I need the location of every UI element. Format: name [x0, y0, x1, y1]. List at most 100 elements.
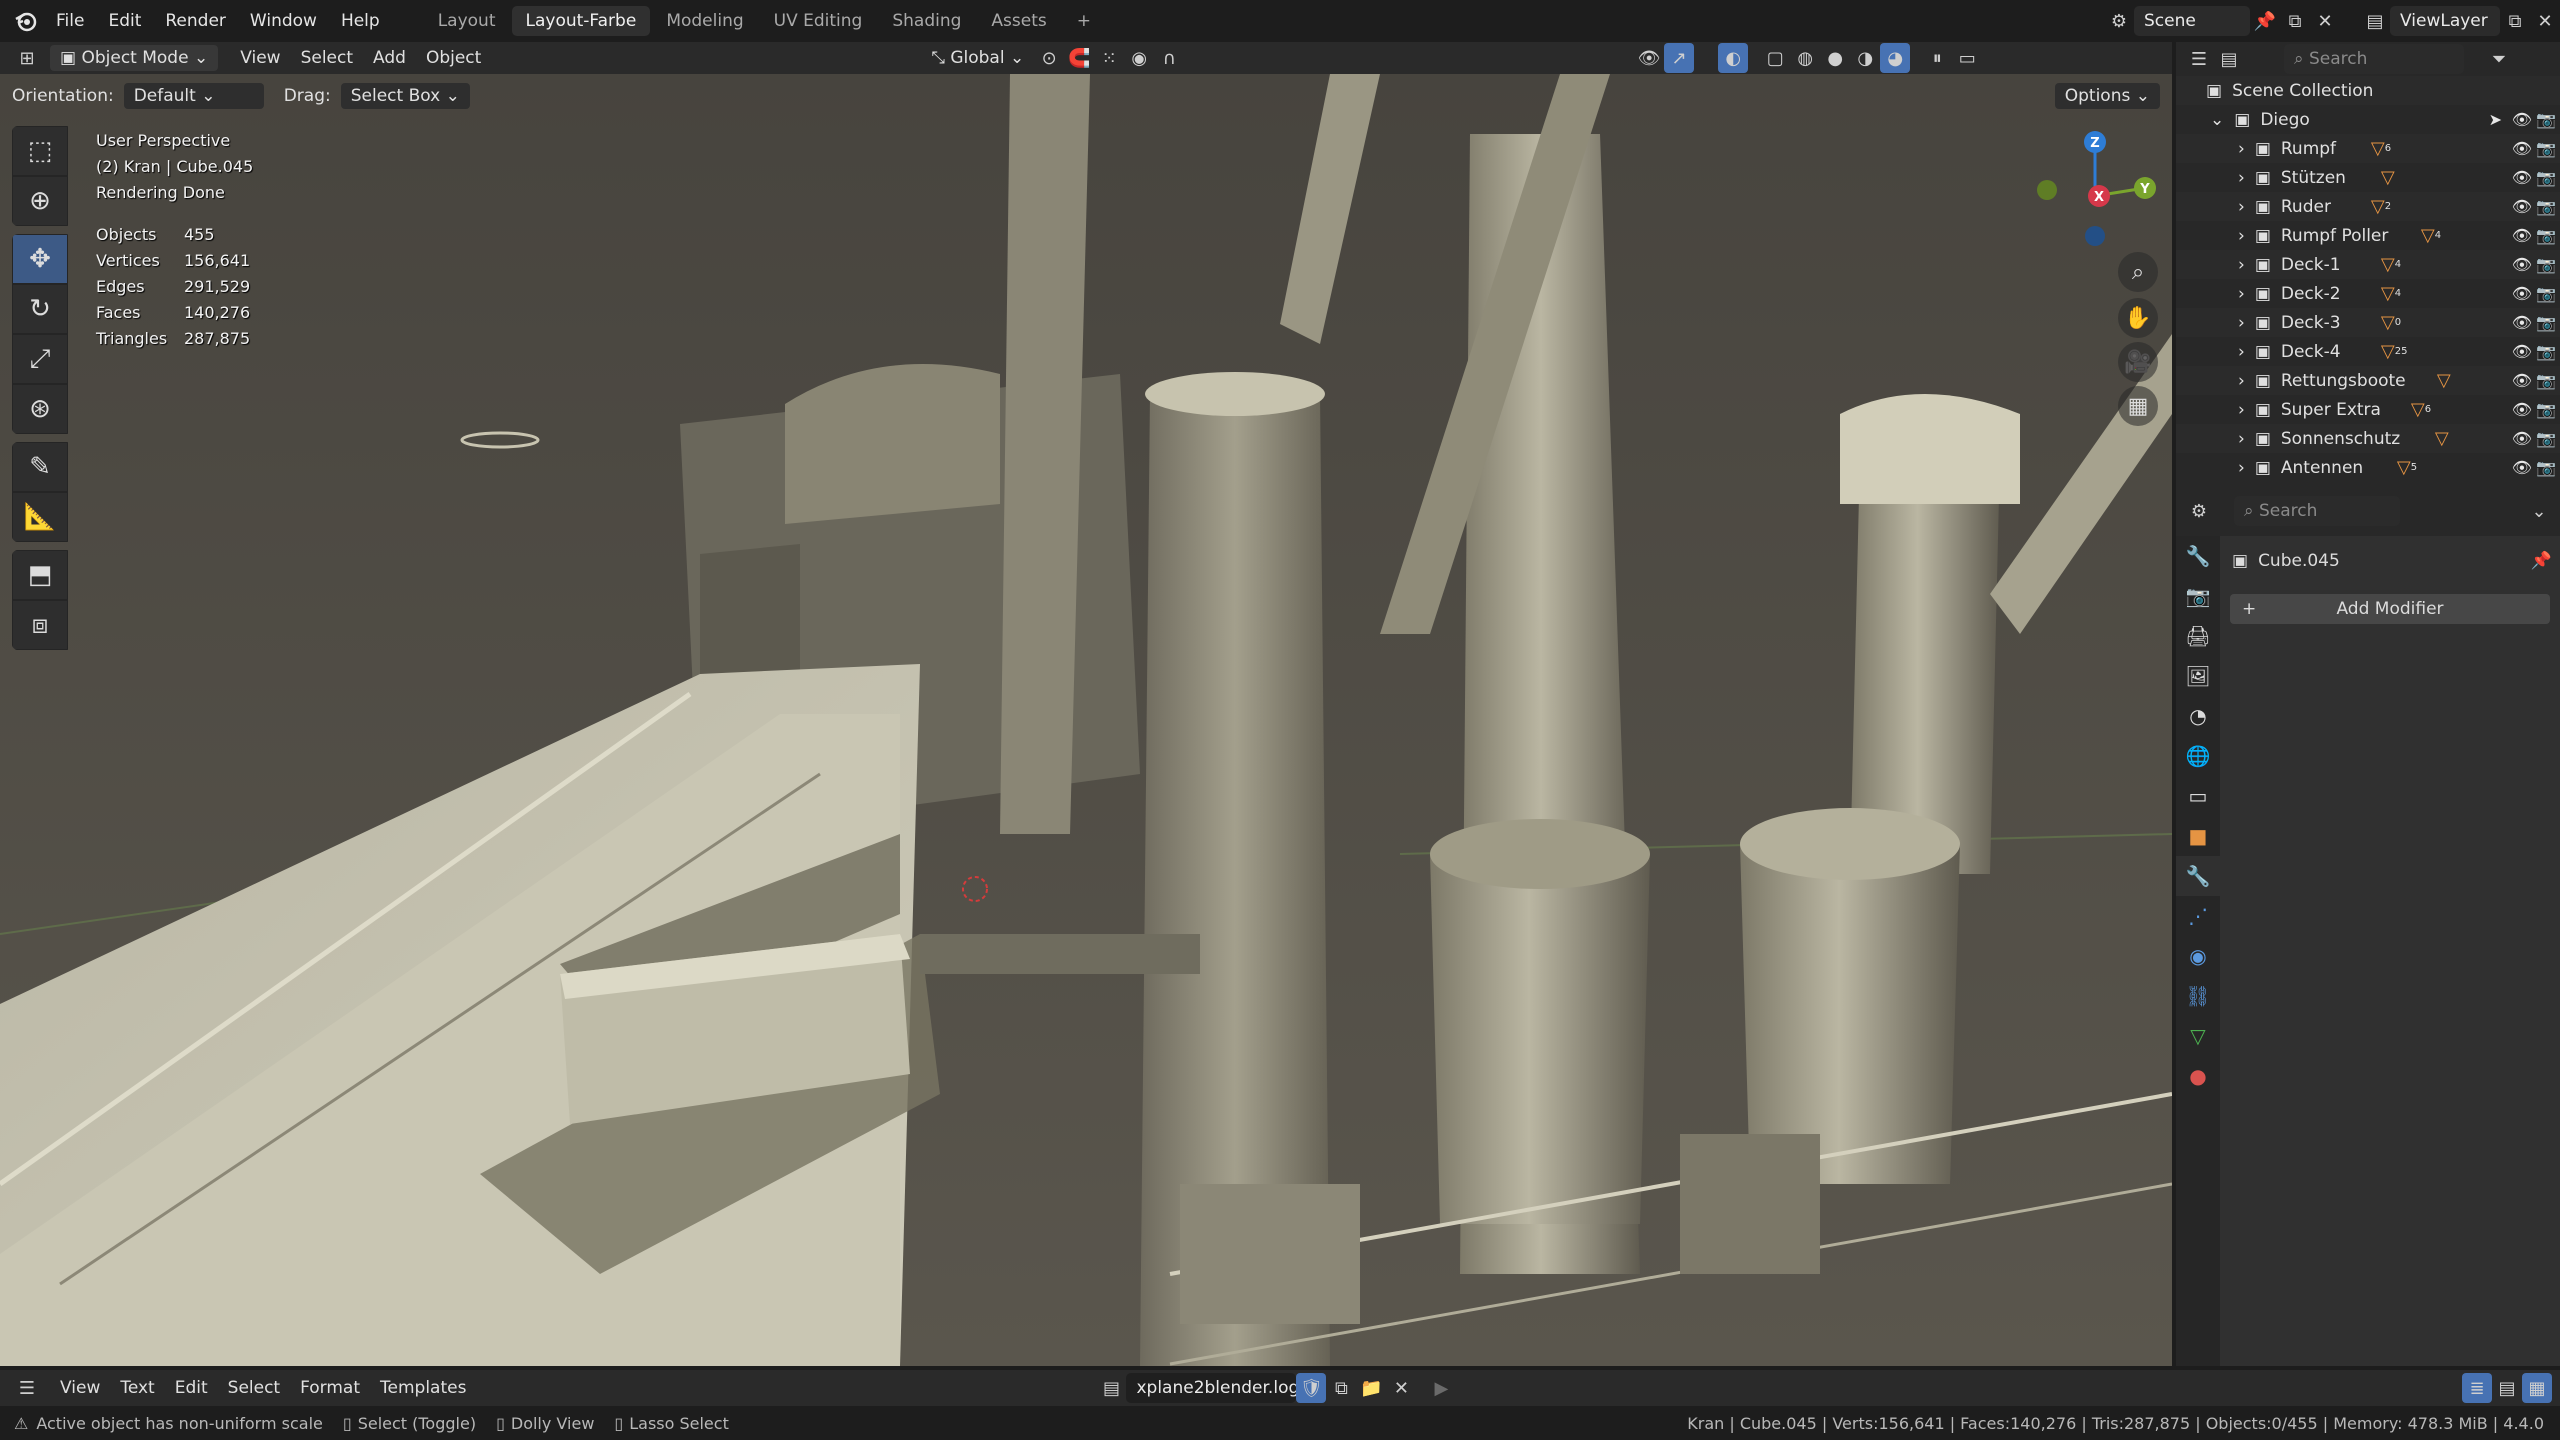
tool-tab-icon[interactable]: 🔧 [2176, 536, 2220, 576]
render-camera-icon[interactable]: 📷 [2536, 110, 2556, 129]
add-cube-tool-icon[interactable]: ⬒ [12, 550, 68, 600]
menu-edit[interactable]: Edit [96, 0, 153, 42]
run-script-icon[interactable]: ▶ [1426, 1373, 1456, 1403]
rotate-tool-icon[interactable]: ↻ [12, 284, 68, 334]
render-camera-icon[interactable]: 📷 [2536, 458, 2556, 477]
proportional-edit-icon[interactable]: ◉ [1124, 43, 1154, 73]
menu-edit[interactable]: Edit [165, 1375, 218, 1401]
pause-render-icon[interactable]: ⏸ [1922, 43, 1952, 73]
text-editor-icon[interactable]: ☰ [12, 1373, 42, 1403]
pan-hand-icon[interactable]: ✋ [2118, 298, 2158, 338]
eye-icon[interactable]: 👁 [2512, 313, 2532, 332]
physics-tab-icon[interactable]: ◉ [2176, 936, 2220, 976]
options-dropdown[interactable]: Options ⌄ [2054, 83, 2160, 109]
menu-window[interactable]: Window [238, 0, 329, 42]
measure-tool-icon[interactable]: 📐 [12, 492, 68, 542]
render-camera-icon[interactable]: 📷 [2536, 284, 2556, 303]
output-tab-icon[interactable]: 🖨 [2176, 616, 2220, 656]
menu-templates[interactable]: Templates [370, 1375, 476, 1401]
open-folder-icon[interactable]: 📁 [1356, 1373, 1386, 1403]
expand-chevron-icon[interactable]: › [2238, 342, 2245, 362]
view-layer-tab-icon[interactable]: 🖼 [2176, 656, 2220, 696]
mesh-data-icon[interactable]: ▽ [2437, 370, 2451, 391]
snap-grid-icon[interactable]: ⁙ [1094, 43, 1124, 73]
expand-chevron-icon[interactable]: › [2238, 168, 2245, 188]
new-view-layer-icon[interactable]: ⧉ [2500, 6, 2530, 36]
render-camera-icon[interactable]: 📷 [2536, 313, 2556, 332]
expand-chevron-icon[interactable]: › [2238, 458, 2245, 478]
mesh-data-icon[interactable]: ▽ [2381, 283, 2395, 304]
render-camera-icon[interactable]: 📷 [2536, 342, 2556, 361]
text-filename-field[interactable]: xplane2blender.log [1126, 1373, 1299, 1403]
pivot-icon[interactable]: ⊙ [1034, 43, 1064, 73]
list-item[interactable]: › ▣ Sonnenschutz ▽ 👁 📷 [2176, 424, 2560, 453]
menu-text[interactable]: Text [110, 1375, 164, 1401]
eye-icon[interactable]: 👁 [2512, 429, 2532, 448]
mesh-data-icon[interactable]: ▽ [2381, 254, 2395, 275]
move-tool-icon[interactable]: ✥ [12, 234, 68, 284]
mesh-data-icon[interactable]: ▽ [2381, 341, 2395, 362]
rendered-shading-icon[interactable]: ◕ [1880, 43, 1911, 73]
render-camera-icon[interactable]: 📷 [2536, 139, 2556, 158]
menu-select[interactable]: Select [218, 1375, 290, 1401]
options-chevron-icon[interactable]: ⌄ [2524, 496, 2554, 526]
orientation-dropdown[interactable]: Default ⌄ [123, 83, 264, 109]
add-object-tool-icon[interactable]: ⧈ [12, 600, 68, 650]
expand-chevron-icon[interactable]: › [2238, 139, 2245, 159]
eye-icon[interactable]: 👁 [2512, 197, 2532, 216]
delete-scene-icon[interactable]: ✕ [2310, 6, 2340, 36]
camera-view-icon[interactable]: 🎥 [2118, 342, 2158, 382]
expand-chevron-icon[interactable]: › [2238, 400, 2245, 420]
add-workspace-button[interactable]: + [1063, 6, 1105, 36]
visibility-icon[interactable]: 👁 [1634, 43, 1664, 73]
neg-z-axis-handle[interactable] [2085, 226, 2105, 246]
menu-render[interactable]: Render [153, 0, 238, 42]
falloff-icon[interactable]: ∩ [1154, 43, 1184, 73]
xray-icon[interactable]: ▢ [1760, 43, 1790, 73]
3d-viewport[interactable] [0, 74, 2172, 1366]
render-camera-icon[interactable]: 📷 [2536, 226, 2556, 245]
list-item[interactable]: › ▣ Deck-2 ▽ 4 👁 📷 [2176, 279, 2560, 308]
eye-icon[interactable]: 👁 [2512, 255, 2532, 274]
list-item[interactable]: › ▣ Rumpf Poller ▽ 4 👁 📷 [2176, 221, 2560, 250]
expand-chevron-icon[interactable]: › [2238, 284, 2245, 304]
scale-tool-icon[interactable]: ⤢ [12, 334, 68, 384]
render-camera-icon[interactable]: 📷 [2536, 371, 2556, 390]
menu-select[interactable]: Select [291, 45, 363, 71]
pin-icon[interactable]: 📌 [2531, 551, 2552, 571]
camera-lock-icon[interactable]: ▭ [1952, 43, 1982, 73]
zoom-icon[interactable]: ⌕ [2118, 252, 2158, 292]
unlink-text-icon[interactable]: ✕ [1386, 1373, 1416, 1403]
expand-chevron-icon[interactable]: › [2238, 255, 2245, 275]
data-tab-icon[interactable]: ▽ [2176, 1016, 2220, 1056]
filter-icon[interactable]: ⏷ [2484, 44, 2514, 74]
select-arrow-icon[interactable]: ➤ [2489, 110, 2502, 129]
mesh-data-icon[interactable]: ▽ [2397, 457, 2411, 478]
eye-icon[interactable]: 👁 [2512, 458, 2532, 477]
list-item[interactable]: › ▣ Rumpf ▽ 6 👁 📷 [2176, 134, 2560, 163]
fake-user-shield-icon[interactable]: 🛡 [1296, 1373, 1327, 1403]
mesh-data-icon[interactable]: ▽ [2381, 312, 2395, 333]
pin-icon[interactable]: 📌 [2250, 6, 2280, 36]
snap-icon[interactable]: 🧲 [1064, 43, 1094, 73]
render-camera-icon[interactable]: 📷 [2536, 429, 2556, 448]
scene-name-field[interactable]: Scene [2134, 6, 2250, 36]
menu-format[interactable]: Format [290, 1375, 370, 1401]
expand-chevron-icon[interactable]: › [2238, 226, 2245, 246]
render-tab-icon[interactable]: 📷 [2176, 576, 2220, 616]
collection-tab-icon[interactable]: ▭ [2176, 776, 2220, 816]
neg-y-axis-handle[interactable] [2037, 180, 2057, 200]
transform-orientation-dropdown[interactable]: ⤡ Global ⌄ [921, 45, 1034, 71]
scene-icon[interactable]: ⚙ [2104, 6, 2134, 36]
list-item[interactable]: › ▣ Deck-3 ▽ 0 👁 📷 [2176, 308, 2560, 337]
material-shading-icon[interactable]: ◑ [1850, 43, 1880, 73]
menu-view[interactable]: View [50, 1375, 110, 1401]
text-browse-icon[interactable]: ▤ [1096, 1373, 1126, 1403]
properties-search-input[interactable]: ⌕ Search [2234, 496, 2400, 526]
constraints-tab-icon[interactable]: ⛓ [2176, 976, 2220, 1016]
mode-dropdown[interactable]: ▣ Object Mode ⌄ [50, 45, 219, 71]
expand-chevron-icon[interactable]: ⌄ [2210, 110, 2224, 130]
particles-tab-icon[interactable]: ⋰ [2176, 896, 2220, 936]
mesh-data-icon[interactable]: ▽ [2435, 428, 2449, 449]
tab-assets[interactable]: Assets [977, 6, 1060, 36]
